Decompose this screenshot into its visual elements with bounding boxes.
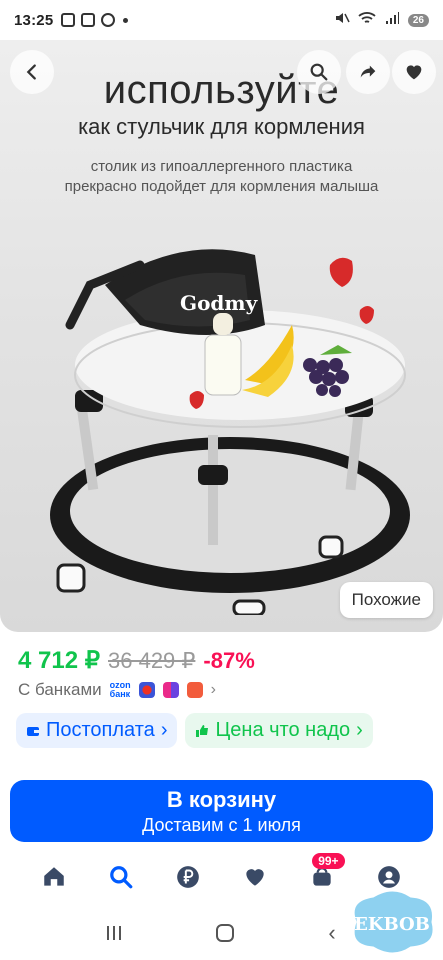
cart-count-badge: 99+ <box>312 853 345 869</box>
instagram-icon <box>81 13 96 27</box>
home-icon <box>43 867 64 886</box>
ozon-bank-logo: ozon банк <box>110 681 131 699</box>
status-bar: 13:25 26 <box>0 0 443 40</box>
recent-apps-button[interactable] <box>107 925 122 940</box>
signal-icon <box>384 10 400 30</box>
heart-icon <box>406 65 422 80</box>
heart-icon <box>246 869 264 886</box>
search-icon <box>310 63 328 81</box>
product-image[interactable]: используйте как стульчик для кормления с… <box>0 40 443 632</box>
bank-logo-icon <box>186 682 203 698</box>
more-notifications-icon <box>123 17 129 23</box>
bank-logo-icon <box>162 682 179 698</box>
nav-home[interactable] <box>36 859 72 895</box>
chevron-right-icon: › <box>356 719 363 741</box>
hero-subtitle: как стульчик для кормления <box>78 114 365 139</box>
chevron-left-icon <box>26 64 36 80</box>
back-button[interactable] <box>10 50 54 94</box>
baby-walker-illustration: Godmy <box>50 249 410 615</box>
screenshot-icon <box>61 13 76 27</box>
fair-price-pill[interactable]: Цена что надо › <box>185 713 373 748</box>
home-button[interactable] <box>215 923 234 942</box>
notification-icons <box>61 13 129 27</box>
price-row: 4 712 ₽ 36 429 ₽ -87% <box>18 646 255 675</box>
wallet-icon <box>27 726 39 736</box>
search-icon <box>109 866 133 889</box>
thumbs-up-icon <box>196 724 209 737</box>
similar-button[interactable]: Похожие <box>339 582 433 618</box>
status-time: 13:25 <box>14 11 54 29</box>
share-button[interactable] <box>346 50 390 94</box>
search-button[interactable] <box>297 50 341 94</box>
promo-pills: Постоплата › Цена что надо › <box>16 713 443 748</box>
mute-icon <box>334 10 350 30</box>
nav-favorites[interactable] <box>237 859 273 895</box>
system-icons: 26 <box>334 10 429 30</box>
ruble-icon <box>177 866 199 888</box>
nav-fresh[interactable] <box>170 859 206 895</box>
battery-indicator: 26 <box>407 13 429 27</box>
share-icon <box>360 65 376 78</box>
chevron-right-icon: › <box>210 681 216 698</box>
nav-catalog[interactable] <box>103 859 139 895</box>
postpay-pill[interactable]: Постоплата › <box>16 713 178 748</box>
old-price: 36 429 ₽ <box>108 648 196 673</box>
back-system-button[interactable]: ‹ <box>328 920 335 946</box>
chevron-right-icon: › <box>160 719 168 741</box>
add-to-cart-label: В корзину <box>166 786 277 812</box>
brand-label: Godmy <box>180 291 259 315</box>
delivery-date-label: Доставим с 1 июля <box>142 814 301 835</box>
bank-offers[interactable]: С банками ozon банк › <box>18 680 216 700</box>
hero-description-line2: прекрасно подойдет для кормления малыша <box>64 178 379 195</box>
add-to-cart-button[interactable]: В корзину Доставим с 1 июля <box>10 780 433 842</box>
bank-offers-label: С банками <box>18 680 102 699</box>
fair-price-label: Цена что надо <box>215 719 351 741</box>
current-price: 4 712 ₽ <box>18 647 100 674</box>
favorite-button[interactable] <box>392 50 436 94</box>
nav-cart[interactable]: 99+ <box>304 853 345 895</box>
heart-app-icon <box>101 13 116 27</box>
bank-logo-icon <box>138 682 155 698</box>
postpay-label: Постоплата <box>46 719 155 741</box>
watermark-text: EKBOB <box>354 914 430 935</box>
discount-badge: -87% <box>203 648 255 673</box>
ozon-bank-logo-bottom: банк <box>109 689 131 699</box>
watermark-logo: EKBOB <box>351 888 436 956</box>
wifi-icon <box>358 10 376 30</box>
hero-description-line1: столик из гипоаллергенного пластика <box>90 158 353 175</box>
